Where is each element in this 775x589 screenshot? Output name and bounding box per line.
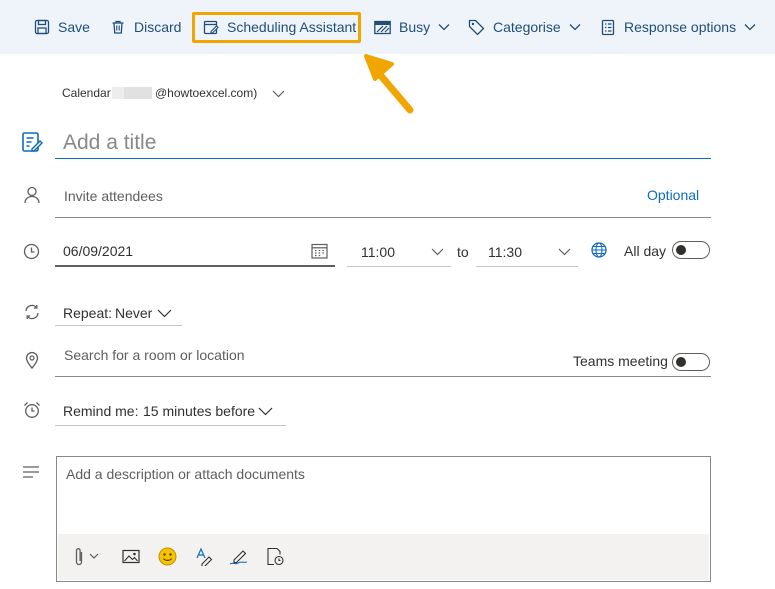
- show-as-dropdown[interactable]: Busy: [374, 0, 450, 54]
- response-options-dropdown[interactable]: Response options: [600, 0, 756, 54]
- categorise-label: Categorise: [493, 19, 561, 35]
- discard-label: Discard: [134, 19, 182, 35]
- teams-meeting-toggle[interactable]: [672, 353, 710, 371]
- chevron-down-icon: [157, 309, 172, 318]
- repeat-dropdown[interactable]: Repeat: Never: [55, 300, 182, 326]
- attendees-underline: [55, 217, 711, 218]
- reminder-label: Remind me:: [63, 403, 139, 419]
- arrow-annotation-icon: [364, 54, 414, 114]
- date-underline: [55, 265, 335, 267]
- reminder-value: 15 minutes before: [143, 403, 256, 419]
- calendar-prefix: Calendar: [62, 86, 111, 100]
- scheduling-assistant-icon: [203, 20, 219, 35]
- alarm-clock-icon: [24, 402, 40, 418]
- start-date-field[interactable]: 06/09/2021: [63, 243, 133, 259]
- tag-icon: [468, 19, 485, 35]
- description-placeholder: Add a description or attach documents: [66, 466, 305, 482]
- save-label: Save: [58, 19, 90, 35]
- end-time-field[interactable]: 11:30: [488, 244, 522, 260]
- title-input[interactable]: [55, 128, 711, 159]
- chevron-down-icon: [744, 24, 756, 31]
- description-editor[interactable]: Add a description or attach documents: [56, 456, 711, 582]
- repeat-icon: [25, 304, 39, 320]
- chevron-down-icon[interactable]: [431, 248, 444, 256]
- response-options-icon: [601, 19, 615, 35]
- to-label: to: [457, 244, 469, 260]
- show-as-label: Busy: [399, 19, 431, 35]
- optional-attendees-link[interactable]: Optional: [647, 187, 699, 203]
- reminder-dropdown[interactable]: Remind me: 15 minutes before: [55, 398, 286, 426]
- chevron-down-icon[interactable]: [89, 553, 99, 560]
- scheduling-poll-icon[interactable]: [266, 547, 284, 566]
- save-icon: [34, 19, 50, 35]
- scheduling-assistant-label: Scheduling Assistant: [227, 19, 357, 35]
- categorise-dropdown[interactable]: Categorise: [468, 0, 581, 54]
- save-button[interactable]: Save: [34, 0, 90, 54]
- reminder-underline: [55, 425, 286, 426]
- teams-meeting-label: Teams meeting: [573, 353, 668, 369]
- scheduling-assistant-button[interactable]: Scheduling Assistant: [203, 0, 356, 54]
- editor-toolbar: [58, 534, 709, 580]
- signature-pen-icon[interactable]: [229, 547, 249, 566]
- edit-title-icon: [22, 132, 43, 152]
- all-day-label: All day: [624, 243, 667, 259]
- chevron-down-icon: [258, 407, 273, 416]
- attach-paperclip-icon[interactable]: [74, 547, 84, 567]
- all-day-toggle[interactable]: [672, 241, 710, 259]
- chevron-down-icon: [569, 24, 581, 31]
- location-underline: [55, 376, 711, 377]
- command-bar: Save Discard Scheduling Assistant Busy C…: [0, 0, 775, 54]
- calendar-picker-icon[interactable]: [311, 243, 328, 259]
- repeat-label: Repeat:: [63, 305, 113, 321]
- response-options-label: Response options: [624, 19, 737, 35]
- time-zone-globe-icon[interactable]: [590, 241, 608, 259]
- busy-status-icon: [374, 20, 391, 34]
- end-time-underline: [476, 266, 578, 267]
- text-lines-icon: [23, 466, 39, 478]
- insert-picture-icon[interactable]: [122, 549, 140, 564]
- calendar-account: @howtoexcel.com): [155, 86, 258, 100]
- discard-button[interactable]: Discard: [110, 0, 181, 54]
- calendar-chevron-down-icon[interactable]: [272, 90, 285, 98]
- repeat-underline: [55, 325, 182, 326]
- person-icon: [24, 186, 40, 204]
- format-text-icon[interactable]: [195, 547, 213, 566]
- location-pin-icon: [25, 351, 39, 369]
- invite-attendees-input[interactable]: Invite attendees: [64, 188, 163, 204]
- start-time-field[interactable]: 11:00: [361, 244, 395, 260]
- trash-icon: [112, 20, 124, 34]
- chevron-down-icon: [438, 24, 450, 31]
- redacted-block: [112, 87, 124, 99]
- start-time-underline: [347, 266, 451, 267]
- emoji-icon[interactable]: [158, 547, 177, 566]
- repeat-value: Never: [115, 305, 153, 321]
- chevron-down-icon[interactable]: [558, 248, 571, 256]
- location-input[interactable]: Search for a room or location: [64, 347, 245, 363]
- redacted-block: [124, 87, 152, 99]
- clock-icon: [23, 243, 40, 260]
